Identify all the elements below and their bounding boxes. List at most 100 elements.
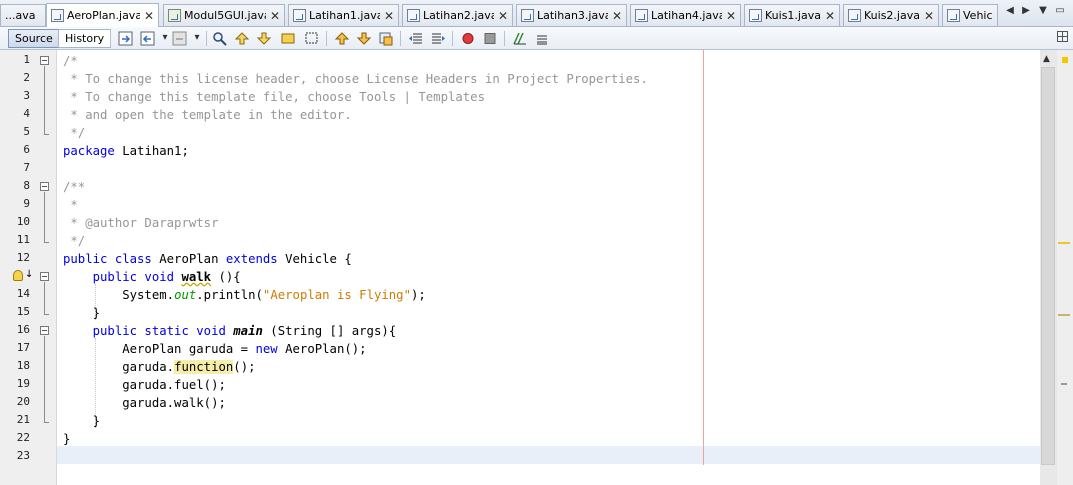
tab-list-menu-icon[interactable]: ▼ [1036,5,1050,16]
chevron-down-icon[interactable]: ▾ [158,32,172,43]
expand-editor-icon[interactable] [1057,31,1068,42]
find-previous-icon[interactable] [234,31,250,46]
tab-label: Modul5GUI.java [184,9,266,22]
warning-mark[interactable] [1058,314,1070,316]
tab-modul5gui-java[interactable]: Modul5GUI.java ✕ [163,4,285,26]
line-number: 3 [23,89,30,102]
warning-status-icon[interactable] [1062,57,1068,63]
code-line-6: package Latihan1; [63,142,189,160]
start-macro-recording-icon[interactable] [460,31,476,46]
source-button[interactable]: Source [8,29,60,48]
close-tab-icon[interactable]: ✕ [612,9,622,23]
code-text: } [63,432,71,446]
comment-icon[interactable] [512,31,528,46]
tab-latihan3-java[interactable]: Latihan3.java ✕ [516,4,627,26]
fold-end [44,134,49,135]
forward-icon[interactable] [172,31,188,46]
close-tab-icon[interactable]: ✕ [144,9,154,23]
fold-toggle-icon[interactable] [40,326,49,335]
code-line-13: public void walk (){ [63,268,241,286]
tab-label: Kuis1.java [765,9,821,22]
highlighted-method: function [174,360,234,374]
close-tab-icon[interactable]: ✕ [825,9,835,23]
toggle-bookmark-icon[interactable] [378,31,394,46]
scroll-tabs-right-icon[interactable]: ▶ [1019,5,1033,16]
line-number: 7 [23,161,30,174]
fold-end [44,422,49,423]
tab-latihan4-java[interactable]: Latihan4.java ✕ [630,4,741,26]
fold-toggle-icon[interactable] [40,182,49,191]
tab-kuis1-java[interactable]: Kuis1.java ✕ [744,4,840,26]
code-line-21: } [63,412,100,430]
code-line-2: * To change this license header, choose … [63,70,647,88]
restore-window-icon[interactable]: ▭ [1053,5,1067,16]
close-tab-icon[interactable]: ✕ [384,9,394,23]
code-editor[interactable]: 1 2 3 4 5 6 7 8 9 10 11 12 13 14 15 16 1… [0,50,1073,485]
stop-macro-recording-icon[interactable] [482,31,498,46]
keyword: new [255,342,278,356]
code-text: (){ [211,270,241,284]
line-number: 6 [23,143,30,156]
shift-left-icon[interactable] [408,31,424,46]
last-edit-icon[interactable] [118,31,134,46]
chevron-down-icon[interactable]: ▾ [190,32,204,43]
java-file-icon [848,9,861,22]
tab-label: Latihan3.java [537,9,608,22]
find-selection-icon[interactable] [212,31,228,46]
code-area[interactable]: /* * To change this license header, choo… [63,50,1040,485]
scroll-tabs-left-icon[interactable]: ◀ [1003,5,1017,16]
close-tab-icon[interactable]: ✕ [726,9,736,23]
code-line-1: /* [63,52,78,70]
tab-latihan1-java[interactable]: Latihan1.java ✕ [288,4,399,26]
line-number: 5 [23,125,30,138]
close-tab-icon[interactable]: ✕ [498,9,508,23]
tab-overflow[interactable]: ...ava [0,4,46,26]
line-number: 8 [23,179,30,192]
tab-aeroplan-java[interactable]: AeroPlan.java ✕ [46,3,159,27]
override-arrow-icon[interactable]: ↓ [25,270,33,280]
line-number: 14 [16,287,30,300]
close-tab-icon[interactable]: ✕ [924,9,934,23]
java-file-icon [293,9,306,22]
toolbar-separator [452,31,453,46]
code-text: garuda. [63,360,175,374]
find-next-icon[interactable] [256,31,272,46]
toggle-highlight-icon[interactable] [280,31,296,46]
fold-line [44,282,45,314]
code-text: Latihan1; [114,144,189,158]
fold-end [44,314,49,315]
line-number: 10 [16,215,30,228]
history-button[interactable]: History [58,29,112,48]
previous-bookmark-icon[interactable] [334,31,350,46]
fold-toggle-icon[interactable] [40,272,49,281]
fold-line [44,336,45,422]
comment: /** [63,180,86,194]
line-number: 16 [16,323,30,336]
shift-right-icon[interactable] [430,31,446,46]
close-tab-icon[interactable]: ✕ [270,9,280,23]
code-line-20: garuda.walk(); [63,394,226,412]
error-stripe[interactable] [1057,50,1073,485]
back-icon[interactable] [140,31,156,46]
fold-toggle-icon[interactable] [40,56,49,65]
tab-kuis2-java[interactable]: Kuis2.java ✕ [843,4,939,26]
tab-vehicle-java[interactable]: Vehic... [942,4,998,26]
code-text: System. [63,288,175,302]
code-line-8: /** [63,178,85,196]
line-number: 18 [16,359,30,372]
rectangular-selection-icon[interactable] [304,31,320,46]
tab-label: Latihan1.java [309,9,380,22]
code-line-3: * To change this template file, choose T… [63,88,485,106]
scroll-up-icon[interactable]: ▲ [1043,54,1050,64]
line-number: 12 [16,251,30,264]
current-line-mark[interactable] [1061,383,1067,385]
code-text: AeroPlan garuda = [63,342,256,356]
lightbulb-warning-icon[interactable] [13,270,23,281]
warning-mark[interactable] [1058,242,1070,244]
line-number: 20 [16,395,30,408]
tab-latihan2-java[interactable]: Latihan2.java ✕ [402,4,513,26]
next-bookmark-icon[interactable] [356,31,372,46]
scrollbar-thumb[interactable] [1041,67,1055,465]
java-file-icon [521,9,534,22]
uncomment-icon[interactable] [534,31,550,46]
